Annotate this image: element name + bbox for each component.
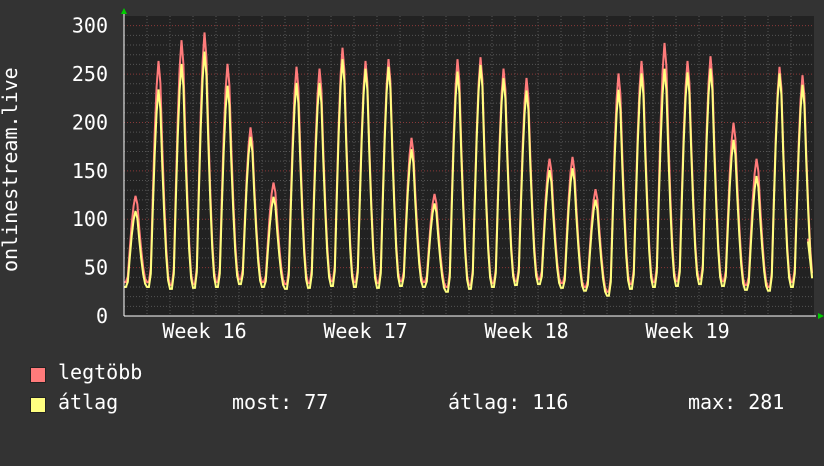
stat-average: átlag: 116 — [448, 390, 569, 414]
x-tick-label: Week 19 — [645, 319, 729, 343]
y-tick-label: 50 — [84, 256, 108, 280]
y-tick-label: 200 — [72, 110, 108, 134]
legend-label-max: legtöbb — [58, 360, 143, 384]
y-tick-label: 150 — [72, 159, 108, 183]
x-tick-label: Week 17 — [323, 319, 407, 343]
x-axis-ticks: Week 16 Week 17 Week 18 Week 19 — [162, 319, 729, 343]
x-tick-label: Week 16 — [162, 319, 246, 343]
legend-swatch-avg — [30, 397, 46, 413]
stat-max: max: 281 — [688, 390, 785, 414]
stat-current: most: 77 — [232, 390, 329, 414]
y-axis-label: onlinestream.live — [0, 67, 22, 272]
x-tick-label: Week 18 — [484, 319, 568, 343]
y-axis-ticks: 0 50 100 150 200 250 300 — [72, 14, 108, 328]
y-axis-arrow-icon — [121, 8, 127, 14]
y-tick-label: 300 — [72, 14, 108, 38]
y-tick-label: 0 — [96, 304, 108, 328]
legend-swatch-max — [30, 367, 46, 383]
legend-label-avg: átlag — [58, 390, 119, 414]
y-tick-label: 250 — [72, 62, 108, 86]
legend-item-avg: átlag — [30, 390, 118, 466]
x-axis-arrow-icon — [818, 313, 824, 319]
y-tick-label: 100 — [72, 207, 108, 231]
